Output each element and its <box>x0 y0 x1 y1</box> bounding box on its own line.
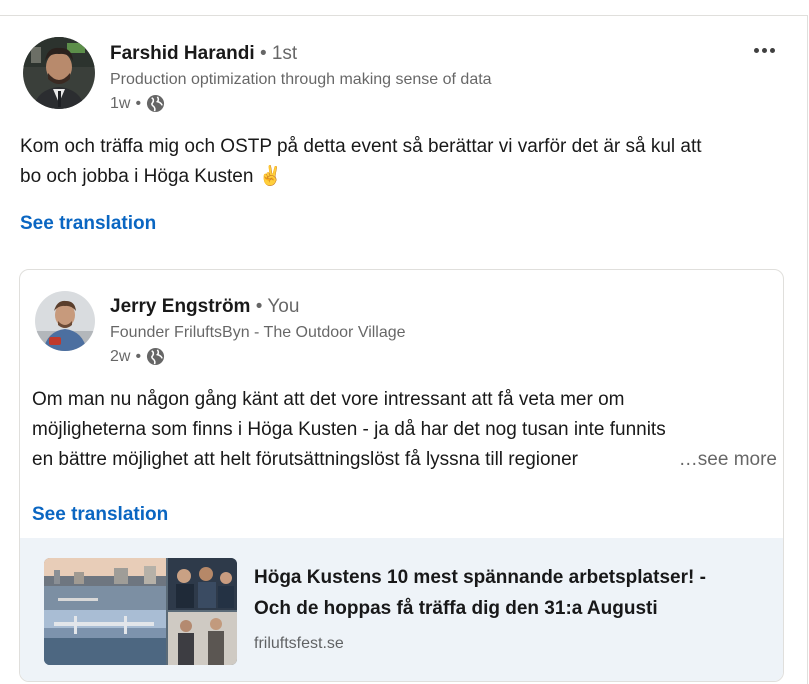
link-preview-title[interactable]: Höga Kustens 10 mest spännande arbetspla… <box>254 562 754 624</box>
reshared-text-line: en bättre möjlighet att helt förutsättni… <box>32 449 579 470</box>
link-preview-title-line[interactable]: Och de hoppas få träffa dig den 31:a Aug… <box>254 593 754 624</box>
reshared-author-headline: Founder FriluftsByn - The Outdoor Villag… <box>110 324 406 341</box>
post-time: 1w <box>110 94 131 112</box>
author-name[interactable]: Farshid Harandi • 1st <box>110 43 297 65</box>
link-preview-title-line[interactable]: Höga Kustens 10 mest spännande arbetspla… <box>254 562 754 593</box>
reshared-see-translation-button[interactable]: See translation <box>32 504 168 526</box>
see-more-button[interactable]: …see more <box>679 445 777 475</box>
author-name-text[interactable]: Farshid Harandi <box>110 43 255 64</box>
ellipsis-dot <box>762 48 767 53</box>
reshared-author-name[interactable]: Jerry Engström • You <box>110 296 299 318</box>
ellipsis-dot <box>770 48 775 53</box>
reshared-text-line-last: en bättre möjlighet att helt förutsättni… <box>32 445 777 475</box>
ellipsis-icon <box>754 48 759 53</box>
reshared-post-text: Om man nu någon gång känt att det vore i… <box>32 385 777 475</box>
reshared-author-name-text[interactable]: Jerry Engström <box>110 296 250 317</box>
see-translation-button[interactable]: See translation <box>20 213 156 235</box>
link-preview-domain: friluftsfest.se <box>254 635 344 652</box>
globe-icon <box>146 347 165 366</box>
more-options-button[interactable] <box>752 40 780 60</box>
link-preview-card[interactable]: Höga Kustens 10 mest spännande arbetspla… <box>20 538 783 681</box>
post-text-line: bo och jobba i Höga Kusten ✌️ <box>20 166 283 187</box>
reshared-post[interactable]: Jerry Engström • You Founder FriluftsByn… <box>19 269 784 682</box>
meta-separator: • <box>135 347 142 365</box>
reshared-text-line: Om man nu någon gång känt att det vore i… <box>32 389 625 410</box>
author-headline: Production optimization through making s… <box>110 71 492 88</box>
reshared-post-time: 2w <box>110 347 131 365</box>
feed-post-card: Farshid Harandi • 1st Production optimiz… <box>0 15 808 684</box>
post-text-line: Kom och träffa mig och OSTP på detta eve… <box>20 136 702 157</box>
connection-degree: • 1st <box>259 43 298 64</box>
reshared-author-avatar[interactable] <box>35 291 95 351</box>
post-meta: 1w • <box>110 94 165 113</box>
post-text: Kom och träffa mig och OSTP på detta eve… <box>20 132 790 192</box>
link-preview-thumbnail[interactable] <box>44 558 237 665</box>
meta-separator: • <box>135 94 142 112</box>
reshared-text-line: möjligheterna som finns i Höga Kusten - … <box>32 419 666 440</box>
author-avatar[interactable] <box>23 37 95 109</box>
globe-icon <box>146 94 165 113</box>
reshared-connection-degree: • You <box>255 296 300 317</box>
reshared-post-meta: 2w • <box>110 347 165 366</box>
